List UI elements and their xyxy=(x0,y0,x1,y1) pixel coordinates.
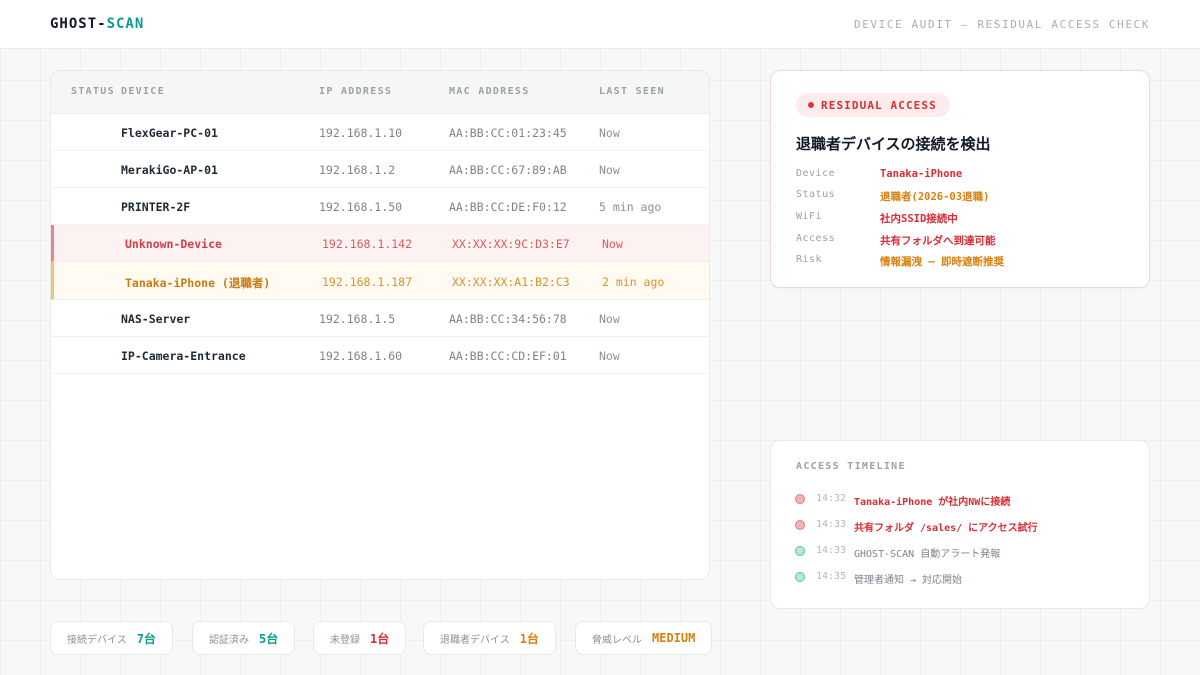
last-seen: 2 min ago xyxy=(602,275,665,289)
detail-value: 社内SSID接続中 xyxy=(880,213,958,225)
event-time: 14:33 xyxy=(816,519,847,530)
top-bar: GHOST-SCAN DEVICE AUDIT — RESIDUAL ACCES… xyxy=(0,0,1200,49)
mac-address: XX:XX:XX:9C:D3:E7 xyxy=(452,237,570,251)
timeline-dot-icon xyxy=(795,520,805,530)
detail-key: Risk xyxy=(796,254,823,265)
stat-unregistered: 未登録 1台 xyxy=(313,621,407,655)
last-seen: Now xyxy=(599,126,620,140)
app-logo[interactable]: GHOST-SCAN xyxy=(50,16,144,32)
timeline-dot-icon xyxy=(795,572,805,582)
ip-address: 192.168.1.60 xyxy=(319,349,403,363)
ip-address: 192.168.1.10 xyxy=(319,126,403,140)
stat-label: 退職者デバイス xyxy=(440,634,510,646)
mac-address: AA:BB:CC:CD:EF:01 xyxy=(449,349,567,363)
residual-access-alert-card: RESIDUAL ACCESS 退職者デバイスの接続を検出 Device Tan… xyxy=(770,70,1150,288)
stat-label: 脅威レベル xyxy=(592,634,642,646)
device-name: MerakiGo-AP-01 xyxy=(121,163,218,177)
table-row-unknown-device[interactable]: Unknown-Device 192.168.1.142 XX:XX:XX:9C… xyxy=(51,225,709,262)
column-header-last-seen[interactable]: LAST SEEN xyxy=(599,86,665,97)
stat-connected-devices: 接続デバイス 7台 xyxy=(50,621,173,655)
detail-value: 共有フォルダへ到達可能 xyxy=(880,235,996,247)
table-row[interactable]: MerakiGo-AP-01 192.168.1.2 AA:BB:CC:67:8… xyxy=(51,151,709,188)
detail-value: 退職者(2026-03退職) xyxy=(880,191,990,203)
table-row[interactable]: PRINTER-2F 192.168.1.50 AA:BB:CC:DE:F0:1… xyxy=(51,188,709,225)
stat-label: 接続デバイス xyxy=(67,634,127,646)
stat-value: 1台 xyxy=(370,631,390,646)
ip-address: 192.168.1.187 xyxy=(322,275,413,289)
column-header-device[interactable]: DEVICE xyxy=(121,86,165,97)
event-message: 管理者通知 → 対応開始 xyxy=(854,575,963,586)
device-name: PRINTER-2F xyxy=(121,200,191,214)
table-row[interactable]: FlexGear-PC-01 192.168.1.10 AA:BB:CC:01:… xyxy=(51,114,709,151)
device-name: Tanaka-iPhone (退職者) xyxy=(125,276,271,290)
stat-label: 認証済み xyxy=(209,634,249,646)
logo-text: GHOST- xyxy=(50,16,107,32)
column-header-mac[interactable]: MAC ADDRESS xyxy=(449,86,530,97)
residual-access-badge: RESIDUAL ACCESS xyxy=(796,93,950,117)
detail-key: Status xyxy=(796,189,836,200)
ip-address: 192.168.1.2 xyxy=(319,163,396,177)
logo-accent-text: SCAN xyxy=(106,16,145,32)
detail-value: 情報漏洩 — 即時遮断推奨 xyxy=(880,256,1004,268)
event-time: 14:35 xyxy=(816,571,847,582)
table-row-former-employee-device[interactable]: Tanaka-iPhone (退職者) 192.168.1.187 XX:XX:… xyxy=(51,262,709,300)
mac-address: AA:BB:CC:DE:F0:12 xyxy=(449,200,567,214)
table-row[interactable]: NAS-Server 192.168.1.5 AA:BB:CC:34:56:78… xyxy=(51,300,709,337)
device-name: IP-Camera-Entrance xyxy=(121,349,246,363)
event-message: GHOST-SCAN 自動アラート発報 xyxy=(854,549,1001,560)
last-seen: Now xyxy=(602,237,623,251)
stat-label: 未登録 xyxy=(330,634,360,646)
event-time: 14:32 xyxy=(816,493,847,504)
timeline-heading: ACCESS TIMELINE xyxy=(796,461,906,472)
last-seen: Now xyxy=(599,163,620,177)
stat-former-employee-devices: 退職者デバイス 1台 xyxy=(423,621,556,655)
device-name: NAS-Server xyxy=(121,312,191,326)
mac-address: XX:XX:XX:A1:B2:C3 xyxy=(452,275,570,289)
ip-address: 192.168.1.5 xyxy=(319,312,396,326)
device-table: STATUS DEVICE IP ADDRESS MAC ADDRESS LAS… xyxy=(50,70,710,580)
last-seen: 5 min ago xyxy=(599,200,662,214)
detail-key: Access xyxy=(796,233,836,244)
badge-label: RESIDUAL ACCESS xyxy=(821,98,937,112)
ip-address: 192.168.1.142 xyxy=(322,237,413,251)
ip-address: 192.168.1.50 xyxy=(319,200,403,214)
column-header-status[interactable]: STATUS xyxy=(71,86,115,97)
mac-address: AA:BB:CC:01:23:45 xyxy=(449,126,567,140)
last-seen: Now xyxy=(599,349,620,363)
timeline-dot-icon xyxy=(795,546,805,556)
event-message: Tanaka-iPhone が社内NWに接続 xyxy=(854,497,1011,508)
timeline-dot-icon xyxy=(795,494,805,504)
stat-value: 7台 xyxy=(136,631,156,646)
detail-key: Device xyxy=(796,168,836,179)
table-header: STATUS DEVICE IP ADDRESS MAC ADDRESS LAS… xyxy=(51,71,709,114)
stat-value: 1台 xyxy=(519,631,539,646)
stat-value: 5台 xyxy=(259,631,279,646)
table-row[interactable]: IP-Camera-Entrance 192.168.1.60 AA:BB:CC… xyxy=(51,337,709,374)
stat-threat-level: 脅威レベル MEDIUM xyxy=(575,621,713,655)
page-subtitle: DEVICE AUDIT — RESIDUAL ACCESS CHECK xyxy=(853,18,1150,31)
mac-address: AA:BB:CC:67:89:AB xyxy=(449,163,567,177)
device-name: FlexGear-PC-01 xyxy=(121,126,218,140)
event-message: 共有フォルダ /sales/ にアクセス試行 xyxy=(854,523,1038,534)
last-seen: Now xyxy=(599,312,620,326)
access-timeline-card: ACCESS TIMELINE 14:32 Tanaka-iPhone が社内N… xyxy=(770,440,1150,609)
mac-address: AA:BB:CC:34:56:78 xyxy=(449,312,567,326)
detail-value: Tanaka-iPhone xyxy=(880,168,963,180)
alert-title: 退職者デバイスの接続を検出 xyxy=(796,135,991,153)
column-header-ip[interactable]: IP ADDRESS xyxy=(319,86,392,97)
alert-dot-icon xyxy=(808,102,814,108)
stat-value: MEDIUM xyxy=(652,631,696,645)
event-time: 14:33 xyxy=(816,545,847,556)
stat-authenticated: 認証済み 5台 xyxy=(192,621,296,655)
device-name: Unknown-Device xyxy=(125,237,222,251)
detail-key: WiFi xyxy=(796,211,823,222)
